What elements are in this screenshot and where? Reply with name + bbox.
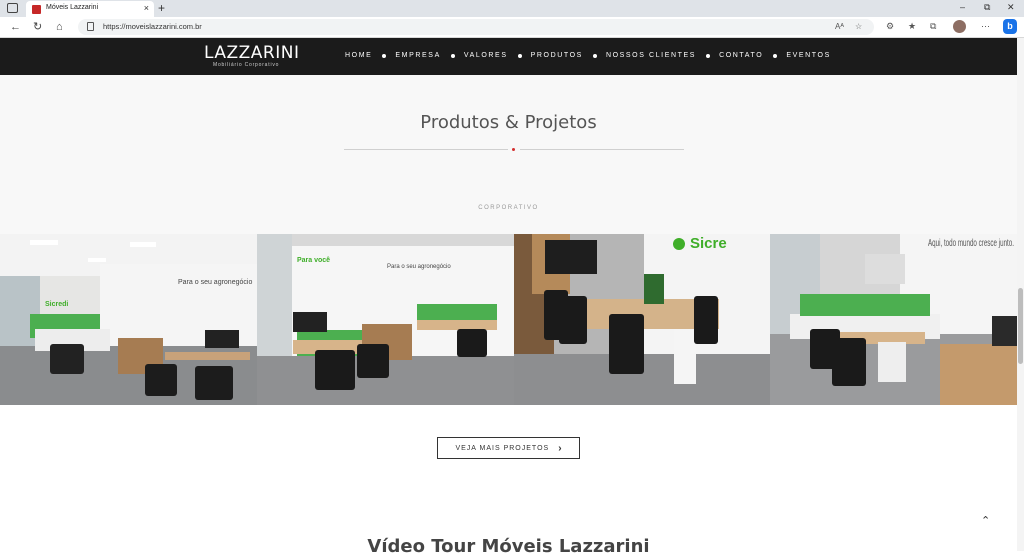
title-divider-left [344,149,508,150]
home-icon[interactable]: ⌂ [56,20,63,34]
project-gallery: Para o seu agronegócio Sicredi Para você… [0,234,1017,405]
browser-tab-bar: Móveis Lazzarini × + – ⧉ ✕ [0,0,1024,17]
favorites-list-icon[interactable]: ★ [908,21,916,32]
site-header: LAZZARINI Mobiliário Corporativo HOME EM… [0,38,1017,75]
menu-separator [450,53,455,58]
read-aloud-icon[interactable]: Aᴬ [835,22,844,31]
logo[interactable]: LAZZARINI [204,43,299,63]
menu-valores[interactable]: VALORES [464,52,508,59]
project-photo-1[interactable]: Para o seu agronegócio Sicredi [0,234,257,405]
menu-separator [517,53,522,58]
page-scrollbar[interactable] [1017,38,1024,551]
wall-text: Para o seu agronegócio [178,279,252,286]
section-title: Produtos & Projetos [420,112,597,133]
favorite-icon[interactable]: ☆ [855,22,862,31]
title-divider-dot [512,148,515,151]
tab-title: Móveis Lazzarini [46,4,99,11]
profile-avatar[interactable] [953,20,966,33]
tab-actions-icon[interactable] [7,3,18,13]
title-divider-right [520,149,684,150]
tab-close-icon[interactable]: × [144,3,149,13]
sicredi-wall-logo: Sicredi [45,301,68,308]
favicon-icon [32,5,41,14]
menu-separator [773,53,778,58]
scroll-to-top-icon[interactable]: ⌃ [981,514,990,527]
minimize-button[interactable]: – [960,2,965,12]
main-menu: HOME EMPRESA VALORES PRODUTOS NOSSOS CLI… [345,52,831,59]
project-photo-4[interactable]: Aqui, todo mundo cresce junto. [770,234,1017,405]
project-photo-3[interactable]: Sicre [514,234,770,405]
sicredi-wall-logo: Sicre [690,235,727,252]
wall-text: Aqui, todo mundo cresce junto. [928,238,1014,249]
menu-nossos-clientes[interactable]: NOSSOS CLIENTES [606,52,696,59]
logo-subtitle: Mobiliário Corporativo [213,62,280,68]
menu-icon[interactable]: ⋯ [981,21,990,32]
menu-eventos[interactable]: EVENTOS [786,52,831,59]
menu-empresa[interactable]: EMPRESA [395,52,440,59]
project-photo-2[interactable]: Para você Para o seu agronegócio [257,234,514,405]
close-window-button[interactable]: ✕ [1007,2,1015,13]
restore-button[interactable]: ⧉ [984,2,990,13]
browser-toolbar: ← ↻ ⌂ https://moveislazzarini.com.br Aᴬ … [0,17,1024,38]
back-icon[interactable]: ← [10,20,21,34]
menu-separator [592,53,597,58]
lock-icon[interactable] [87,22,94,31]
menu-separator [382,53,387,58]
menu-home[interactable]: HOME [345,52,372,59]
view-more-label: VEJA MAIS PROJETOS [455,444,550,452]
url-text[interactable]: https://moveislazzarini.com.br [103,22,202,31]
new-tab-button[interactable]: + [158,1,165,15]
chevron-right-icon: › [558,442,562,454]
menu-produtos[interactable]: PRODUTOS [531,52,583,59]
scrollbar-thumb[interactable] [1018,288,1023,364]
collections-icon[interactable]: ⧉ [930,21,936,32]
bing-icon[interactable]: b [1003,19,1017,34]
menu-separator [706,53,711,58]
extensions-icon[interactable]: ⚙ [886,21,894,32]
wall-text: Para você [297,257,330,264]
address-bar[interactable]: https://moveislazzarini.com.br Aᴬ ☆ [78,19,874,35]
video-section-title: Vídeo Tour Móveis Lazzarini [367,536,650,557]
view-more-projects-button[interactable]: VEJA MAIS PROJETOS › [437,437,580,459]
refresh-icon[interactable]: ↻ [33,20,42,34]
wall-text-2: Para o seu agronegócio [387,264,451,270]
category-label: CORPORATIVO [478,205,539,211]
browser-tab[interactable]: Móveis Lazzarini × [26,1,154,17]
menu-contato[interactable]: CONTATO [719,52,763,59]
